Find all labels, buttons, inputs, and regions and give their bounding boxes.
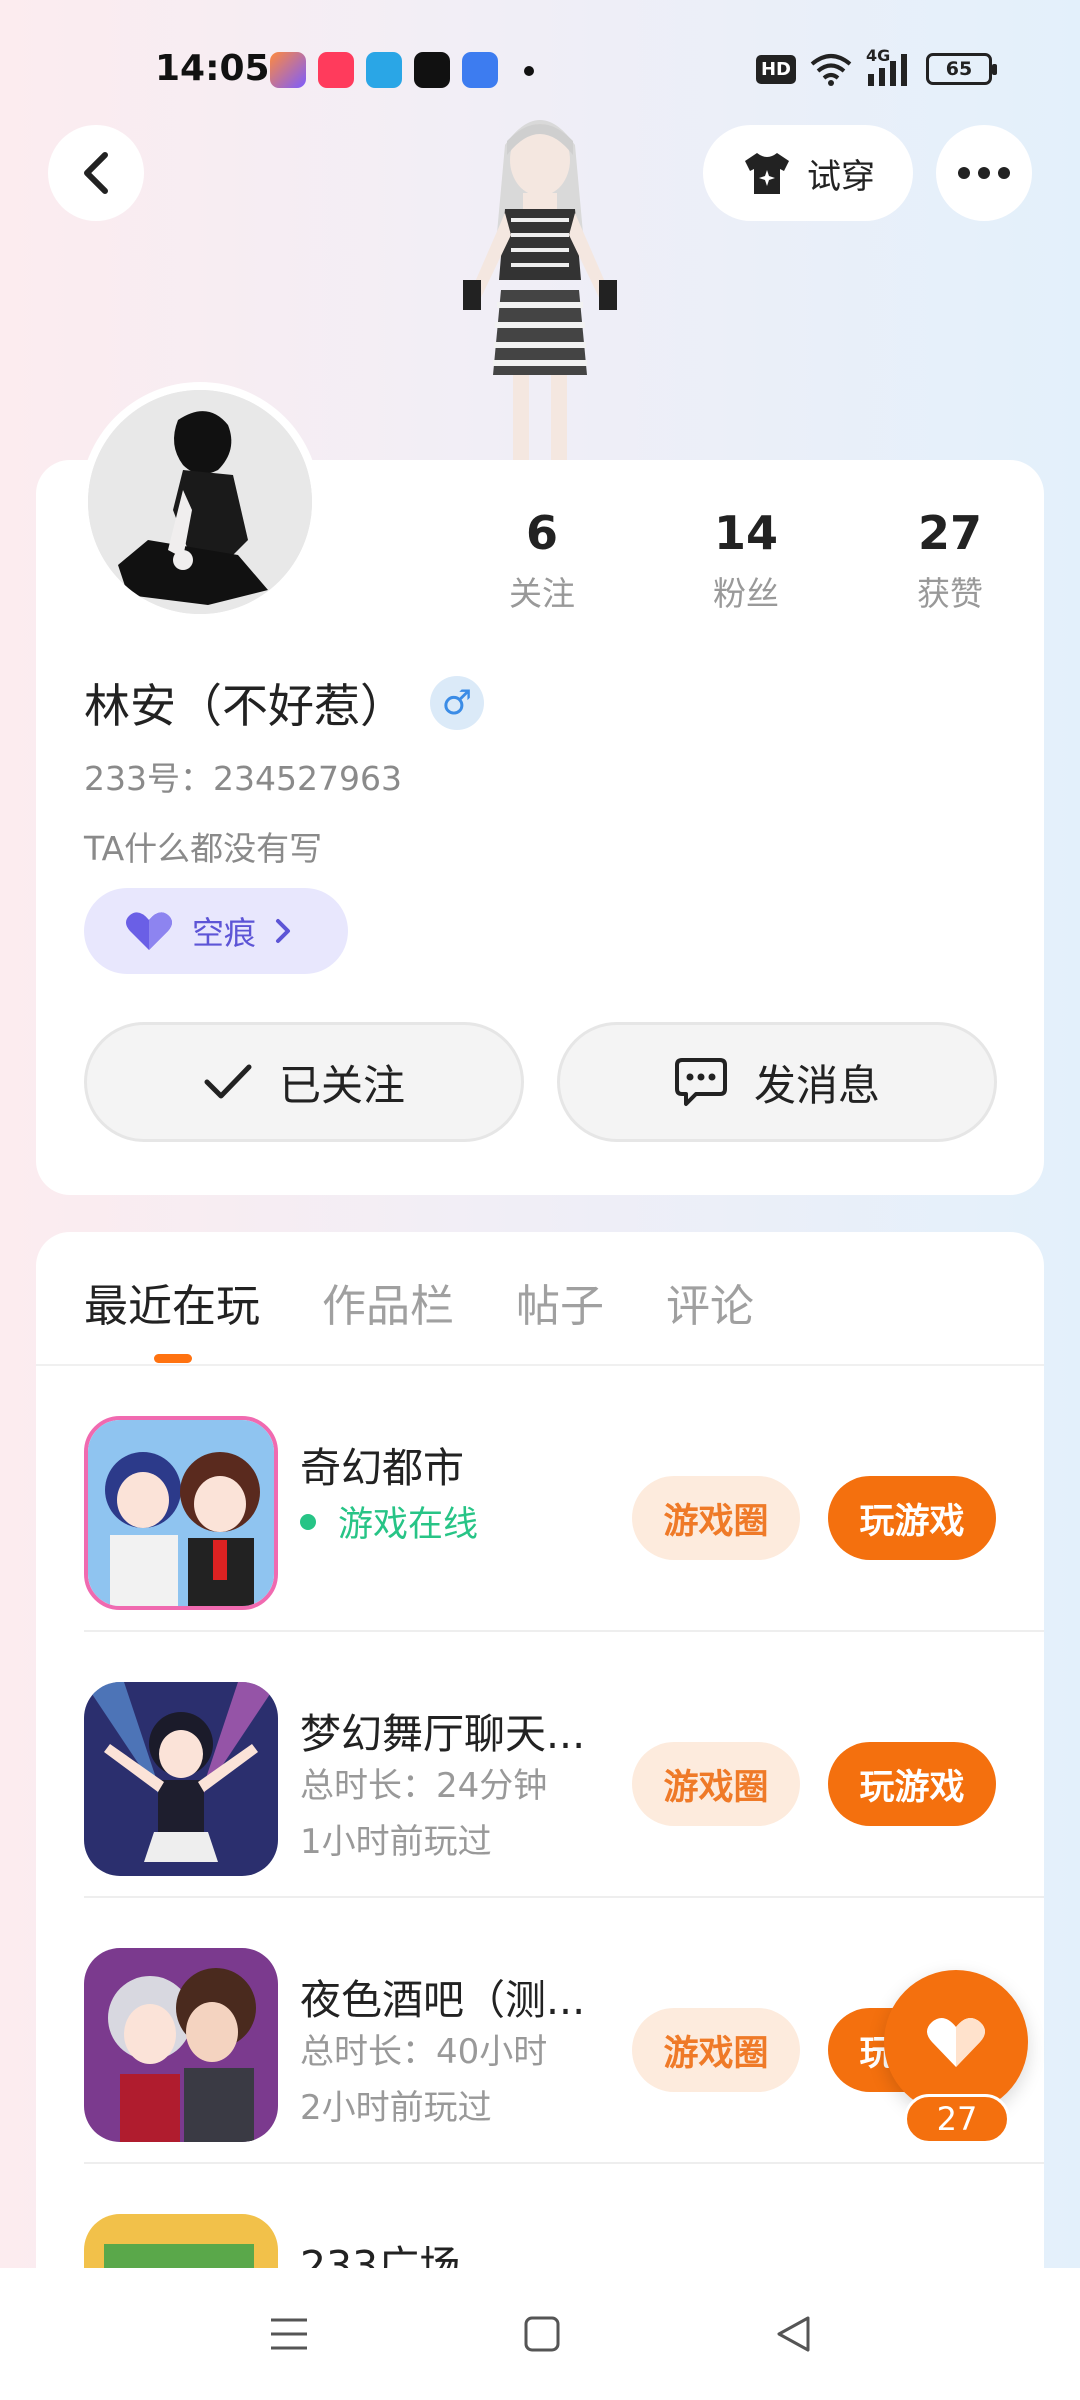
- like-count-badge: 27: [904, 2094, 1010, 2144]
- battery-indicator: 65: [926, 53, 997, 85]
- active-tab-indicator: [154, 1354, 192, 1363]
- wifi-icon: [810, 54, 852, 86]
- nickname-row: 林安（不好惹） ♂: [84, 670, 484, 736]
- game-title: 233广场: [300, 2242, 461, 2272]
- video-app-icon: [318, 52, 354, 88]
- game-last-played: 1小时前玩过: [300, 1822, 492, 1862]
- stat-value: 27: [917, 506, 982, 560]
- try-on-button[interactable]: 试穿: [703, 125, 913, 221]
- stat-value: 6: [525, 506, 558, 560]
- tab-works[interactable]: 作品栏: [322, 1270, 454, 1334]
- menu-icon[interactable]: [269, 2316, 309, 2352]
- cell-signal-icon: 4G: [866, 46, 912, 86]
- game-icon-dance-hall: [84, 1682, 278, 1876]
- game-icon-night-bar: [84, 1948, 278, 2142]
- tab-posts[interactable]: 帖子: [516, 1270, 604, 1334]
- stat-value: 14: [713, 506, 778, 560]
- shirt-icon: [745, 153, 789, 194]
- stat-label: 粉丝: [713, 574, 779, 613]
- tab-comments[interactable]: 评论: [666, 1270, 754, 1334]
- games-card: 最近在玩 作品栏 帖子 评论 奇幻都市 游戏在线 游戏圈 玩游戏 梦幻舞厅聊天.…: [36, 1232, 1044, 2272]
- checkmark-icon: [204, 1064, 252, 1099]
- telegram-icon: [366, 52, 402, 88]
- back-triangle-icon[interactable]: [775, 2315, 811, 2353]
- game-row[interactable]: 奇幻都市 游戏在线 游戏圈 玩游戏: [84, 1366, 1044, 1632]
- more-notifications-icon: [524, 66, 534, 76]
- game-title: 夜色酒吧（测...: [300, 1976, 586, 2024]
- chat-bubble-icon: [674, 1058, 727, 1106]
- content-tabs: 最近在玩 作品栏 帖子 评论: [84, 1270, 754, 1334]
- like-heart-icon: [927, 2018, 985, 2067]
- online-status: 游戏在线: [300, 1496, 478, 1547]
- play-game-button[interactable]: 玩游戏: [828, 1476, 996, 1560]
- relationship-tag-button[interactable]: 空痕: [84, 888, 348, 974]
- game-icon-fantasy-city: [84, 1416, 278, 1610]
- tab-recently-played[interactable]: 最近在玩: [84, 1270, 260, 1334]
- profile-avatar[interactable]: [80, 382, 320, 622]
- heart-icon: [126, 912, 172, 950]
- game-circle-button[interactable]: 游戏圈: [632, 2008, 800, 2092]
- chevron-right-icon: [276, 919, 291, 943]
- status-indicators: HD 4G 65: [755, 46, 997, 86]
- followed-label: 已关注: [278, 1060, 405, 1110]
- app-notification-icon: [270, 52, 306, 88]
- home-square-icon[interactable]: [523, 2315, 561, 2353]
- back-icon: [84, 152, 108, 194]
- stat-following[interactable]: 6 关注: [440, 505, 644, 615]
- followed-button[interactable]: 已关注: [84, 1022, 524, 1142]
- hd-badge: HD: [755, 54, 796, 84]
- user-id[interactable]: 233号：234527963: [84, 752, 402, 800]
- game-icon-233-plaza: [84, 2214, 278, 2272]
- stat-likes[interactable]: 27 获赞: [848, 505, 1052, 615]
- online-dot-icon: [300, 1513, 316, 1530]
- tag-label: 空痕: [192, 914, 257, 952]
- user-bio: TA什么都没有写: [84, 829, 323, 868]
- tiktok-icon: [414, 52, 450, 88]
- notification-icons: [270, 52, 534, 88]
- try-on-label: 试穿: [807, 156, 875, 197]
- game-last-played: 2小时前玩过: [300, 2088, 492, 2128]
- more-button[interactable]: [936, 125, 1032, 221]
- more-icon: [958, 167, 1010, 179]
- back-button[interactable]: [48, 125, 144, 221]
- stat-followers[interactable]: 14 粉丝: [644, 505, 848, 615]
- avatar-silhouette-image: [88, 390, 312, 614]
- status-time: 14:05: [155, 48, 270, 89]
- play-game-button[interactable]: 玩游戏: [828, 1742, 996, 1826]
- game-row[interactable]: 233广场: [84, 2164, 1044, 2272]
- send-message-button[interactable]: 发消息: [557, 1022, 997, 1142]
- online-status-label: 游戏在线: [338, 1505, 479, 1545]
- stat-label: 获赞: [917, 574, 983, 613]
- avatar-character-image[interactable]: [435, 105, 645, 465]
- game-row[interactable]: 梦幻舞厅聊天... 总时长：24分钟 1小时前玩过 游戏圈 玩游戏: [84, 1632, 1044, 1898]
- send-message-label: 发消息: [753, 1060, 880, 1110]
- game-duration: 总时长：40小时: [300, 2032, 548, 2072]
- system-nav-bar: [0, 2268, 1080, 2400]
- game-duration: 总时长：24分钟: [300, 1766, 548, 1806]
- game-circle-button[interactable]: 游戏圈: [632, 1476, 800, 1560]
- stat-label: 关注: [509, 574, 575, 613]
- game-title: 梦幻舞厅聊天...: [300, 1710, 586, 1758]
- profile-stats: 6 关注 14 粉丝 27 获赞: [440, 505, 1052, 615]
- game-circle-button[interactable]: 游戏圈: [632, 1742, 800, 1826]
- male-gender-icon: ♂: [430, 676, 484, 730]
- game-title: 奇幻都市: [300, 1444, 464, 1492]
- nickname: 林安（不好惹）: [84, 679, 406, 733]
- feather-app-icon: [462, 52, 498, 88]
- like-button[interactable]: [884, 1970, 1028, 2114]
